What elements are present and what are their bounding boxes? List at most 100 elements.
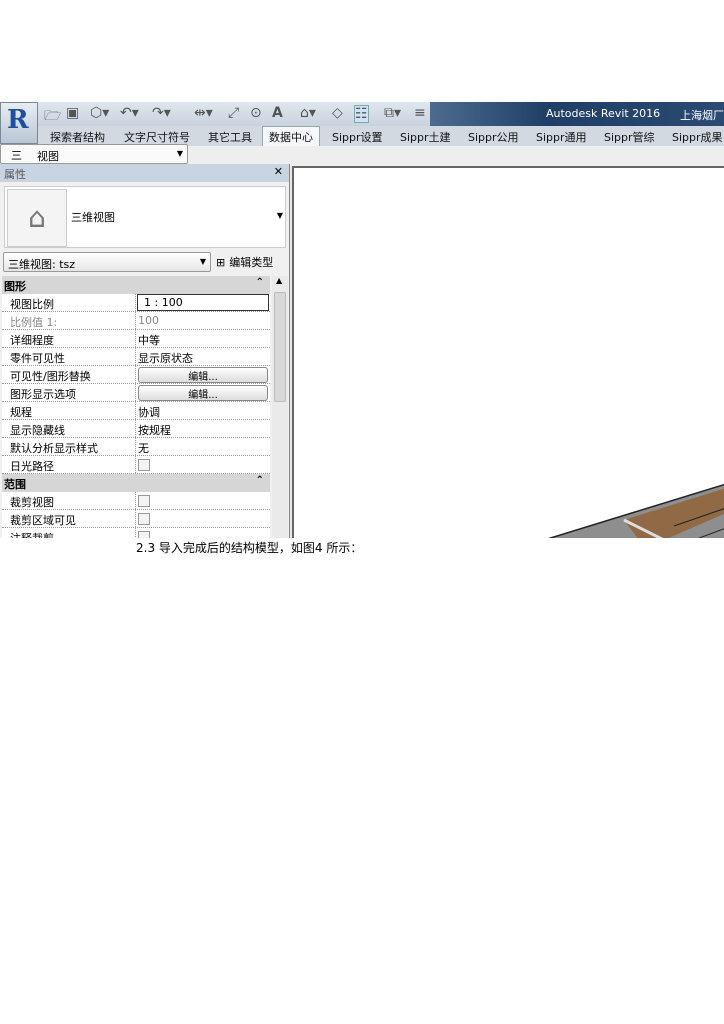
tab-sippr-pipe[interactable]: Sippr管综 [604, 129, 655, 145]
scrollbar-thumb[interactable] [274, 292, 286, 402]
properties-title: 属性 [4, 168, 26, 181]
tab-tansuozhe[interactable]: 探索者结构 [50, 129, 105, 145]
application-menu-button[interactable]: R [0, 102, 38, 144]
property-row: 默认分析显示样式无 [2, 438, 270, 456]
vg-edit-button[interactable]: 编辑... [138, 367, 268, 383]
property-row: 视图比例 1 : 100 [2, 294, 270, 312]
crop-view-checkbox[interactable] [138, 495, 150, 507]
property-key: 日光路径 [2, 456, 136, 473]
chevron-down-icon: ▼ [176, 149, 183, 158]
title-bar: Autodesk Revit 2016 上海烟厂 [430, 102, 724, 126]
instance-value: 三维视图: tsz [8, 258, 76, 271]
property-row: 详细程度 中等 [2, 330, 270, 348]
property-value: 100 [138, 314, 159, 327]
property-key: 可见性/图形替换 [2, 366, 136, 383]
property-value[interactable]: 无 [136, 438, 270, 455]
sun-path-checkbox[interactable] [138, 459, 150, 471]
collapse-icon[interactable]: ⌃ [256, 475, 264, 486]
project-title: 上海烟厂 [680, 109, 724, 122]
properties-scrollbar[interactable]: ▲ [272, 276, 288, 538]
property-key: 显示隐藏线 [2, 420, 136, 437]
figure-caption: 2.3 导入完成后的结构模型，如图4 所示： [136, 541, 363, 555]
3d-view-icon[interactable]: ⌂▾ [300, 105, 316, 121]
customize-icon[interactable]: ≡ [414, 105, 426, 121]
property-row: 图形显示选项 编辑... [2, 384, 270, 402]
app-title: Autodesk Revit 2016 [546, 107, 661, 120]
tag-icon[interactable]: ⊙ [250, 105, 262, 121]
edit-type-icon: ⊞ [216, 256, 226, 269]
property-row: 日光路径 [2, 456, 270, 474]
property-key: 规程 [2, 402, 136, 419]
chevron-down-icon[interactable]: ▼ [277, 211, 283, 220]
redo-icon[interactable]: ↷▾ [152, 105, 171, 121]
property-value[interactable]: 显示原状态 [136, 348, 270, 365]
type-name: 三维视图 [71, 211, 115, 224]
ribbon-tabs: 探索者结构 文字尺寸符号 其它工具 数据中心 Sippr设置 Sippr土建 S… [38, 126, 724, 146]
property-row: 显示隐藏线 按规程 [2, 420, 270, 438]
measure-icon[interactable]: ⇹▾ [194, 105, 213, 121]
property-row: 比例值 1: 100 [2, 312, 270, 330]
property-key: 默认分析显示样式 [2, 438, 136, 455]
property-value[interactable]: 按规程 [136, 420, 270, 437]
property-value[interactable]: 协调 [136, 402, 270, 419]
tab-sippr-settings[interactable]: Sippr设置 [332, 129, 383, 145]
property-key: 裁剪视图 [2, 492, 136, 509]
edit-type-label: 编辑类型 [229, 256, 274, 269]
property-value[interactable]: 中等 [136, 330, 270, 347]
house-icon: ⌂ [7, 189, 67, 247]
tab-text-dim[interactable]: 文字尺寸符号 [124, 129, 190, 145]
properties-header: 属性 ✕ [0, 164, 289, 182]
view-scale-input[interactable]: 1 : 100 [137, 294, 269, 311]
close-icon[interactable]: ✕ [274, 165, 283, 178]
tab-data-center[interactable]: 数据中心 [262, 126, 320, 146]
property-key: 比例值 1: [2, 312, 136, 329]
tab-sippr-general[interactable]: Sippr通用 [536, 129, 587, 145]
type-selector[interactable]: ⌂ 三维视图 ▼ [4, 186, 286, 248]
section-icon[interactable]: ◇ [332, 105, 343, 121]
instance-selector[interactable]: 三维视图: tsz ▼ [3, 252, 211, 272]
thin-lines-icon[interactable]: ☷ [354, 105, 369, 123]
chevron-down-icon: ▼ [199, 257, 206, 266]
property-row: 规程 协调 [2, 402, 270, 420]
edit-type-button[interactable]: ⊞ 编辑类型 [216, 254, 273, 270]
section-extents[interactable]: 范围 ⌃ [2, 474, 270, 492]
revit-logo-icon: R [7, 105, 29, 135]
section-graphics[interactable]: 图形 ⌃ [2, 276, 270, 294]
property-row: 裁剪视图 [2, 492, 270, 510]
text-icon[interactable]: A [272, 105, 283, 121]
crop-region-visible-checkbox[interactable] [138, 513, 150, 525]
scroll-up-icon[interactable]: ▲ [276, 276, 282, 285]
property-row: 注释裁剪 [2, 528, 270, 538]
tab-sippr-civil[interactable]: Sippr土建 [400, 129, 451, 145]
view-icon: 三 [11, 149, 22, 162]
properties-grid: 图形 ⌃ 视图比例 1 : 100 比例值 1: 100 详细程度 中等 零件可见性 显示… [2, 276, 270, 538]
revit-screenshot: 🗁 ▣ ⬡▾ ↶▾ ↷▾ ⇹▾ ⤢ ⊙ A ⌂▾ ◇ ☷ ⧉▾ ≡ Autode… [0, 102, 724, 538]
property-key: 详细程度 [2, 330, 136, 347]
3d-viewport[interactable] [292, 166, 724, 538]
view-selector[interactable]: 三 视图 ▼ [0, 144, 188, 164]
property-row: 可见性/图形替换 编辑... [2, 366, 270, 384]
switch-windows-icon[interactable]: ⧉▾ [384, 105, 401, 121]
property-row: 零件可见性 显示原状态 [2, 348, 270, 366]
section-title: 图形 [4, 280, 26, 293]
property-key: 注释裁剪 [2, 528, 136, 538]
structural-model [547, 483, 724, 538]
tab-other-tools[interactable]: 其它工具 [208, 129, 252, 145]
save-icon[interactable]: ▣ [66, 105, 79, 121]
section-title: 范围 [4, 478, 26, 491]
properties-panel: 属性 ✕ ⌂ 三维视图 ▼ 三维视图: tsz ▼ ⊞ 编辑类型 图形 ⌃ 视图比例… [0, 164, 290, 538]
view-selector-value: 视图 [37, 150, 59, 163]
tab-sippr-public[interactable]: Sippr公用 [468, 129, 519, 145]
sync-icon[interactable]: ⬡▾ [90, 105, 109, 121]
undo-icon[interactable]: ↶▾ [120, 105, 139, 121]
property-key: 图形显示选项 [2, 384, 136, 401]
property-key: 裁剪区域可见 [2, 510, 136, 527]
property-key: 视图比例 [2, 294, 136, 311]
property-row: 裁剪区域可见 [2, 510, 270, 528]
property-key: 零件可见性 [2, 348, 136, 365]
collapse-icon[interactable]: ⌃ [256, 277, 264, 288]
graphic-display-edit-button[interactable]: 编辑... [138, 385, 268, 401]
annotation-crop-checkbox[interactable] [138, 531, 150, 538]
dimension-icon[interactable]: ⤢ [228, 105, 239, 121]
tab-sippr-result[interactable]: Sippr成果 [672, 129, 723, 145]
